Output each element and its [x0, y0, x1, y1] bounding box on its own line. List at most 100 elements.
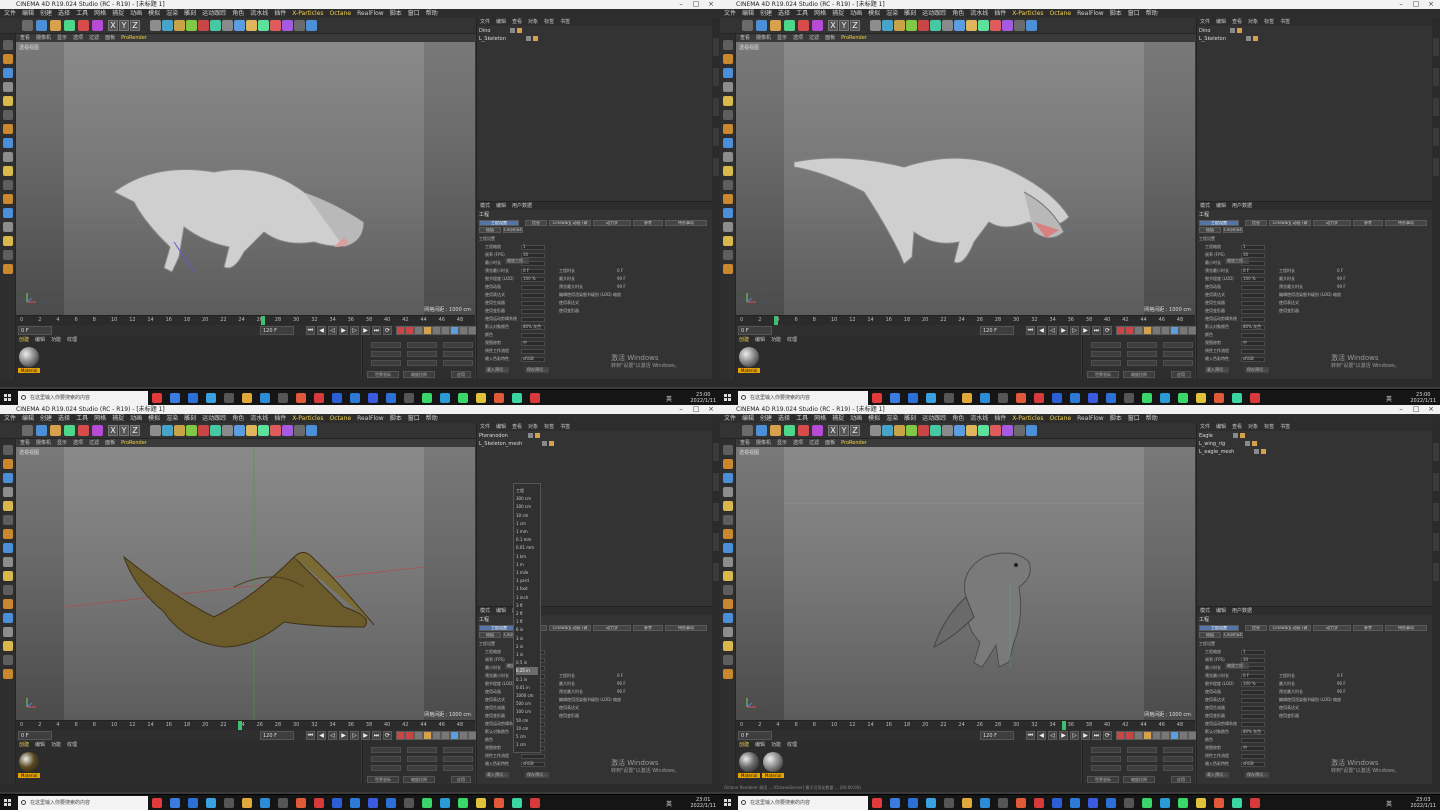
- taskbar-app-icon[interactable]: [1052, 798, 1062, 808]
- material-swatch[interactable]: [763, 752, 783, 772]
- attribute-menu-item[interactable]: 编辑: [1216, 203, 1226, 209]
- menu-item[interactable]: 工具: [76, 10, 88, 17]
- tool-icon[interactable]: [64, 20, 75, 31]
- palette-tool-icon[interactable]: [723, 264, 733, 274]
- tool-icon[interactable]: [1014, 425, 1025, 436]
- object-menu-item[interactable]: 标签: [1264, 19, 1274, 25]
- attribute-tab[interactable]: 插值: [479, 632, 501, 638]
- attribute-tab[interactable]: 信息: [1245, 220, 1267, 226]
- taskbar-app-icon[interactable]: [1070, 393, 1080, 403]
- step-forward-button[interactable]: ▷: [1070, 731, 1079, 740]
- coord-input[interactable]: [407, 351, 437, 357]
- object-menu-item[interactable]: 对象: [1248, 19, 1258, 25]
- tool-icon[interactable]: [894, 425, 905, 436]
- menu-item[interactable]: 创建: [760, 10, 772, 17]
- next-key-button[interactable]: ▶: [361, 326, 370, 335]
- windows-start-icon[interactable]: [724, 799, 732, 807]
- axis-lock-y-button[interactable]: Y: [119, 425, 129, 436]
- tool-icon[interactable]: [742, 425, 753, 436]
- palette-tool-icon[interactable]: [723, 487, 733, 497]
- object-menu-item[interactable]: 文件: [1200, 19, 1210, 25]
- menu-item[interactable]: 编辑: [742, 10, 754, 17]
- dinosaur-model[interactable]: [64, 42, 424, 315]
- taskbar-app-icon[interactable]: [962, 393, 972, 403]
- tag-icon[interactable]: [549, 441, 555, 446]
- keyframe-tool-icon[interactable]: [1152, 731, 1161, 740]
- taskbar-app-icon[interactable]: [1160, 393, 1170, 403]
- tool-icon[interactable]: [990, 425, 1001, 436]
- go-to-start-button[interactable]: ⏮: [1026, 326, 1035, 335]
- palette-tool-icon[interactable]: [723, 110, 733, 120]
- tool-icon[interactable]: [894, 20, 905, 31]
- attribute-tab[interactable]: Cineware 动画 (调用): [1269, 625, 1311, 631]
- palette-tool-icon[interactable]: [3, 194, 13, 204]
- attribute-row-field[interactable]: [1241, 317, 1265, 322]
- attribute-tab[interactable]: 待办事项: [665, 625, 707, 631]
- start-frame-field[interactable]: 0 F: [18, 326, 52, 335]
- side-tab[interactable]: [713, 68, 719, 86]
- attribute-tab[interactable]: Cineware 动画 (调用): [549, 625, 591, 631]
- menu-item[interactable]: 网格: [94, 415, 106, 422]
- taskbar-app-icon[interactable]: [476, 798, 486, 808]
- palette-tool-icon[interactable]: [3, 250, 13, 260]
- menu-item[interactable]: 运动跟踪: [202, 10, 226, 17]
- previous-key-button[interactable]: ◀: [1037, 731, 1046, 740]
- object-menu-item[interactable]: 书签: [1280, 19, 1290, 25]
- menu-item[interactable]: 动画: [850, 415, 862, 422]
- go-to-start-button[interactable]: ⏮: [306, 326, 315, 335]
- dropdown-option[interactable]: 1 yard: [516, 577, 538, 585]
- object-menu-item[interactable]: 书签: [1280, 424, 1290, 430]
- palette-tool-icon[interactable]: [723, 515, 733, 525]
- material-menu-item[interactable]: 创建: [19, 742, 29, 748]
- side-tab[interactable]: [713, 443, 719, 461]
- taskbar-app-icon[interactable]: [278, 393, 288, 403]
- object-menu-item[interactable]: 文件: [480, 424, 490, 430]
- coord-input[interactable]: [1127, 756, 1157, 762]
- keyframe-tool-icon[interactable]: [450, 731, 459, 740]
- taskbar-app-icon[interactable]: [458, 393, 468, 403]
- keyframe-tool-icon[interactable]: [450, 326, 459, 335]
- attribute-tab[interactable]: Cineware 动画 (调用): [1269, 220, 1311, 226]
- visibility-icon[interactable]: [1230, 28, 1236, 33]
- attribute-tab[interactable]: 信息: [1245, 625, 1267, 631]
- tool-icon[interactable]: [784, 425, 795, 436]
- taskbar-app-icon[interactable]: [944, 393, 954, 403]
- start-frame-field[interactable]: 0 F: [738, 326, 772, 335]
- palette-tool-icon[interactable]: [3, 222, 13, 232]
- taskbar-app-icon[interactable]: [1124, 798, 1134, 808]
- save-preset-button[interactable]: 保存预设...: [1245, 367, 1269, 373]
- object-tree-row[interactable]: L_wing_rig: [1199, 441, 1429, 448]
- scale-project-button[interactable]: 缩放工程...: [505, 258, 529, 264]
- taskbar-app-icon[interactable]: [908, 798, 918, 808]
- attribute-row-field[interactable]: [521, 754, 545, 759]
- dropdown-option[interactable]: 10 cm: [516, 725, 538, 733]
- timeline-ruler[interactable]: 0 2 46 8 10 12 14 16 18 20 22 24 26 28 30 32 34 36 38 40 42 4…: [736, 315, 1195, 326]
- axis-lock-y-button[interactable]: Y: [119, 20, 129, 31]
- palette-tool-icon[interactable]: [723, 180, 733, 190]
- taskbar-app-icon[interactable]: [890, 393, 900, 403]
- menu-item[interactable]: 工具: [76, 415, 88, 422]
- tool-icon[interactable]: [942, 20, 953, 31]
- visibility-icon[interactable]: [527, 433, 533, 438]
- material-menu-item[interactable]: 纹理: [67, 337, 77, 343]
- attribute-menu-item[interactable]: 模式: [480, 608, 490, 614]
- dropdown-option[interactable]: 10 cm: [516, 512, 538, 520]
- side-tab[interactable]: [713, 533, 719, 551]
- taskbar-app-icon[interactable]: [314, 393, 324, 403]
- menu-item[interactable]: X-Particles: [292, 10, 323, 17]
- tool-icon[interactable]: [756, 425, 767, 436]
- coord-input[interactable]: [371, 765, 401, 771]
- viewport-menu-item[interactable]: 查看: [20, 440, 30, 446]
- coord-apply-button[interactable]: 应用: [1171, 371, 1191, 378]
- taskbar-app-icon[interactable]: [1160, 798, 1170, 808]
- tool-icon[interactable]: [270, 20, 281, 31]
- palette-tool-icon[interactable]: [3, 487, 13, 497]
- viewport-canvas[interactable]: [784, 42, 1144, 315]
- play-button[interactable]: ▶: [339, 326, 348, 335]
- viewport-menu-item[interactable]: 过滤: [809, 35, 819, 41]
- menu-item[interactable]: 脚本: [390, 10, 402, 17]
- loop-button[interactable]: ⟳: [383, 731, 392, 740]
- tool-icon[interactable]: [882, 425, 893, 436]
- viewport[interactable]: 查看 摄像机 显示 选项 过滤 面板 ProRender 透视视图 网格间距 : 1000 …: [736, 439, 1195, 720]
- object-menu-item[interactable]: 查看: [512, 424, 522, 430]
